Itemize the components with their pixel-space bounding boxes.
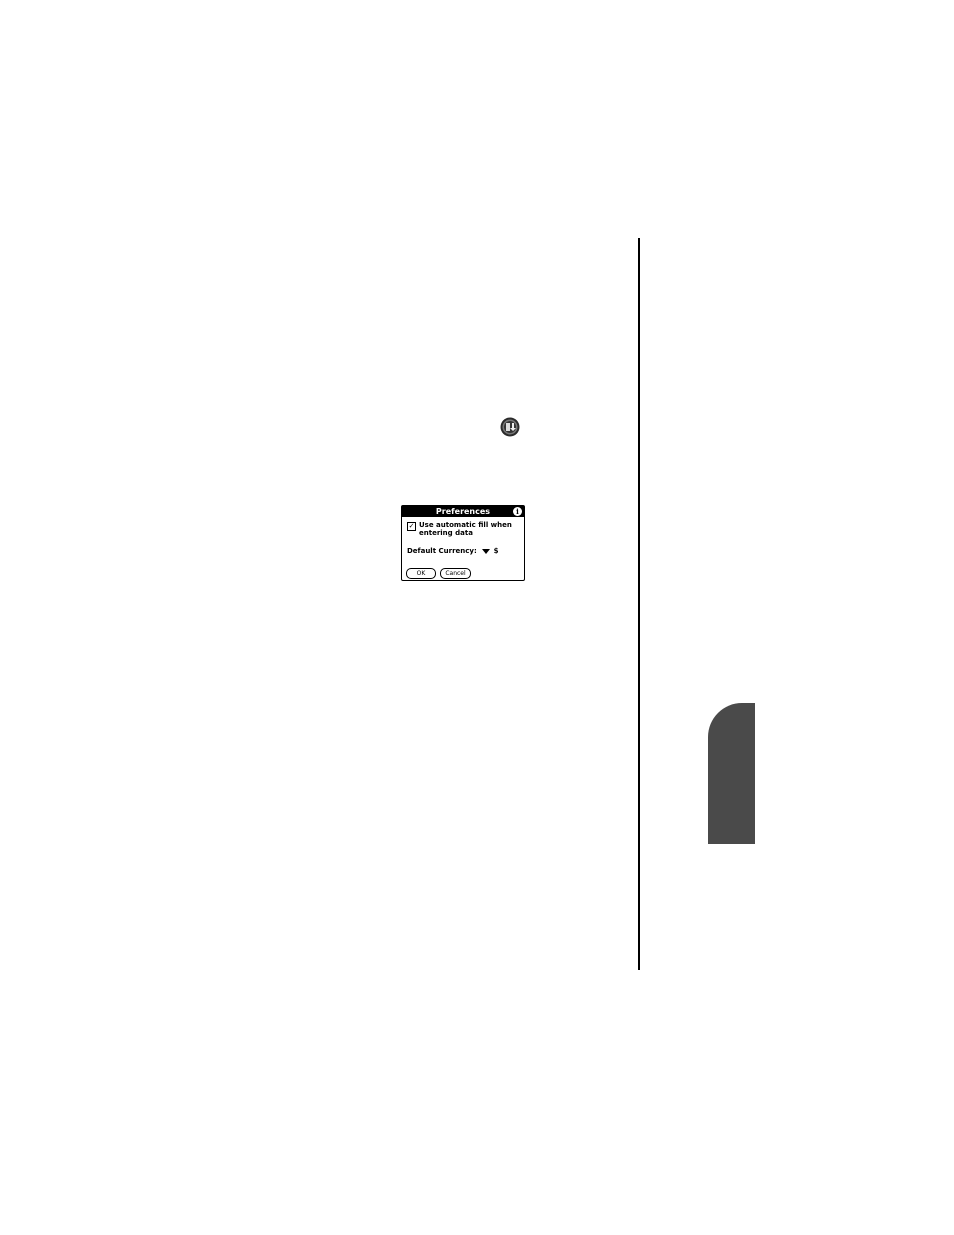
- info-icon[interactable]: i: [513, 507, 522, 516]
- expense-app-icon: [500, 417, 520, 437]
- currency-label: Default Currency:: [407, 547, 477, 555]
- ok-button[interactable]: OK: [406, 568, 436, 579]
- dropdown-triangle-icon[interactable]: [482, 548, 491, 554]
- autofill-checkbox[interactable]: ✓: [407, 522, 416, 531]
- page-divider-rule: [638, 238, 640, 970]
- default-currency-row: Default Currency: $: [407, 547, 499, 556]
- dialog-title-bar: Preferences i: [402, 506, 524, 517]
- currency-value[interactable]: $: [494, 547, 499, 555]
- autofill-label: Use automatic fill when entering data: [419, 521, 512, 537]
- chapter-tab: [708, 703, 755, 844]
- dialog-title: Preferences: [435, 507, 491, 516]
- preferences-dialog: Preferences i ✓ Use automatic fill when …: [401, 505, 525, 581]
- cancel-button[interactable]: Cancel: [440, 568, 471, 579]
